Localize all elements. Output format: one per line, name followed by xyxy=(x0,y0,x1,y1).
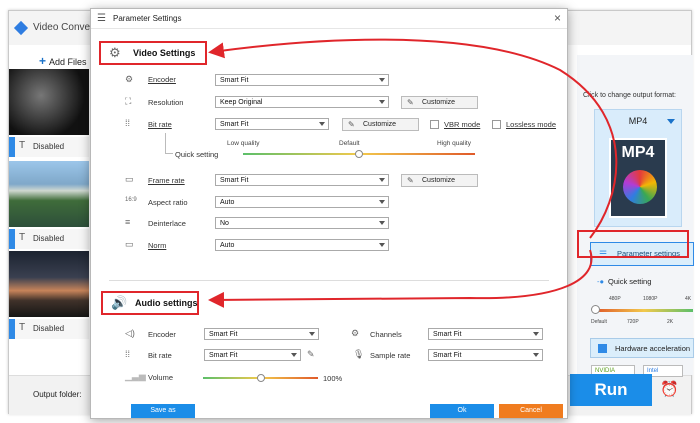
highlight-box xyxy=(577,230,689,258)
arrow-to-video-settings xyxy=(208,38,618,239)
annotation-arrows xyxy=(208,38,689,308)
arrow-to-audio-settings xyxy=(208,249,593,308)
